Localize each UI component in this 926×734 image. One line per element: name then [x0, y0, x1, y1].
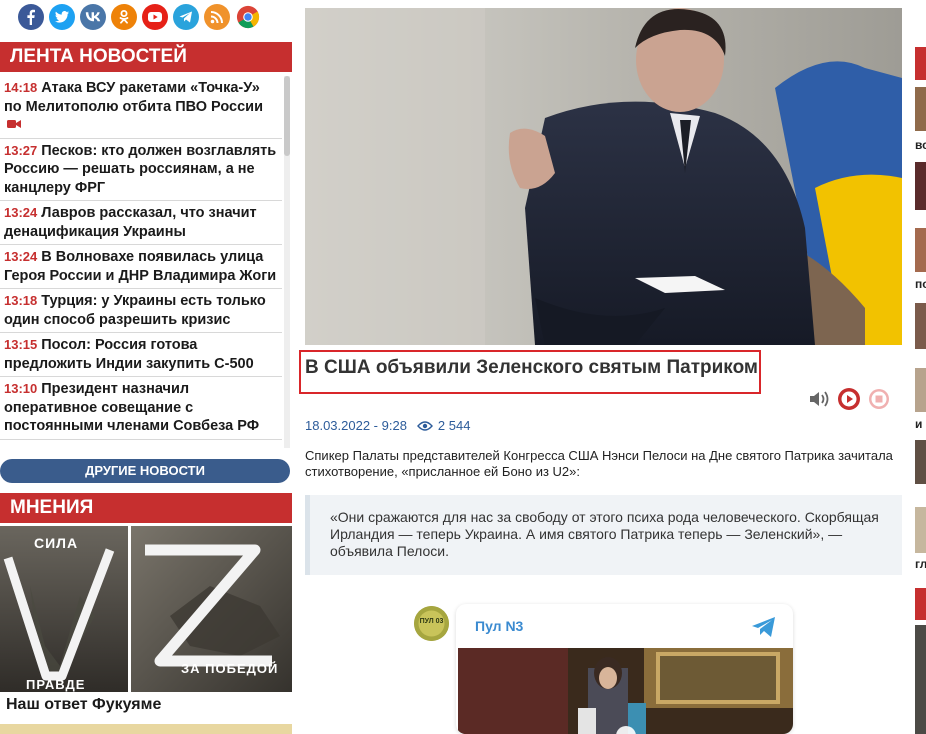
telegram-icon[interactable]: [173, 4, 199, 30]
more-news-button[interactable]: ДРУГИЕ НОВОСТИ: [0, 459, 290, 483]
eye-icon: [416, 420, 433, 431]
right-thumbnail[interactable]: [915, 303, 926, 349]
play-button[interactable]: [838, 388, 860, 410]
news-time: 13:10: [4, 381, 38, 397]
news-item[interactable]: 13:15 Посол: Россия готова предложить Инд…: [0, 333, 282, 378]
news-title: Лавров рассказал, что значит денацификац…: [4, 205, 257, 240]
right-section-header: [915, 47, 926, 80]
right-thumbnail[interactable]: [915, 507, 926, 553]
opinions-title: МНЕНИЯ: [0, 493, 292, 523]
news-time: 13:18: [4, 293, 38, 309]
telegram-media-preview[interactable]: [458, 648, 793, 734]
article-quote: «Они сражаются для нас за свободу от это…: [305, 495, 902, 575]
right-thumbnail[interactable]: [915, 228, 926, 272]
article-hero-image: [305, 8, 902, 345]
news-title: Посол: Россия готова предложить Индии за…: [4, 337, 254, 372]
stop-button[interactable]: [868, 388, 890, 410]
news-title: В Волновахе появилась улица Героя России…: [4, 249, 277, 284]
rss-icon[interactable]: [204, 4, 230, 30]
news-feed-scrollbar[interactable]: [284, 76, 290, 448]
right-section-header: [915, 588, 926, 620]
vk-icon[interactable]: [80, 4, 106, 30]
news-item[interactable]: 13:24 Лавров рассказал, что значит денаци…: [0, 201, 282, 246]
news-item[interactable]: 13:27 Песков: кто должен возглавлять Росс…: [0, 139, 282, 202]
telegram-avatar-text: ПУЛ 03: [419, 618, 444, 625]
twitter-icon[interactable]: [49, 4, 75, 30]
news-time: 13:24: [4, 249, 38, 265]
video-icon: [7, 116, 21, 135]
right-text-fragment[interactable]: гл: [915, 557, 926, 571]
opinion-caption[interactable]: Наш ответ Фукуяме: [6, 696, 161, 714]
right-text-fragment[interactable]: и: [915, 417, 922, 431]
view-count-value: 2 544: [437, 418, 471, 433]
news-time: 13:27: [4, 142, 38, 158]
youtube-icon[interactable]: [142, 4, 168, 30]
opinion-image-text-right: ЗА ПОБЕДОЙ: [181, 661, 279, 676]
news-time: 13:24: [4, 205, 38, 221]
telegram-embed-card[interactable]: Пул N3: [456, 604, 793, 734]
news-item[interactable]: 13:18 Турция: у Украины есть только один …: [0, 289, 282, 334]
article-headline: В США объявили Зеленского святым Патрико…: [305, 357, 758, 378]
article-meta: 18.03.2022 - 9:28 2 544: [305, 418, 470, 433]
volume-icon[interactable]: [808, 388, 830, 410]
social-links: [18, 4, 261, 32]
odnoklassniki-icon[interactable]: [111, 4, 137, 30]
news-title: Песков: кто должен возглавлять Россию — …: [4, 142, 277, 196]
opinion-image-text-left: ПРАВДЕ: [26, 677, 86, 692]
right-thumbnail[interactable]: [915, 440, 926, 484]
left-column: ЛЕНТА НОВОСТЕЙ 14:18 Атака ВСУ ракетами «…: [0, 0, 292, 734]
telegram-icon[interactable]: [751, 616, 777, 643]
chrome-icon[interactable]: [235, 4, 261, 30]
right-thumbnail[interactable]: [915, 368, 926, 412]
news-feed-list: 14:18 Атака ВСУ ракетами «Точка-У» по Мел…: [0, 76, 282, 448]
right-column: вс по и гл: [913, 0, 926, 734]
article-date: 18.03.2022 - 9:28: [305, 418, 407, 433]
article-main: В США объявили Зеленского святым Патрико…: [299, 0, 902, 734]
news-item[interactable]: 13:24 В Волновахе появилась улица Героя Р…: [0, 245, 282, 290]
article-lead: Спикер Палаты представителей Конгресса С…: [305, 448, 893, 479]
right-thumbnail[interactable]: [915, 625, 926, 734]
opinion-image-text-top: СИЛА: [34, 535, 79, 551]
news-feed-title: ЛЕНТА НОВОСТЕЙ: [0, 42, 292, 72]
right-thumbnail[interactable]: [915, 162, 926, 210]
scrollbar-thumb[interactable]: [284, 76, 290, 156]
audio-controls: [808, 388, 890, 410]
news-item[interactable]: 14:18 Атака ВСУ ракетами «Точка-У» по Мел…: [0, 76, 282, 139]
news-title: Турция: у Украины есть только один спосо…: [4, 293, 266, 328]
next-opinion-thumbnail[interactable]: [0, 724, 292, 734]
facebook-icon[interactable]: [18, 4, 44, 30]
news-title: Атака ВСУ ракетами «Точка-У» по Мелитопо…: [4, 80, 263, 115]
news-item[interactable]: 13:10 Президент назначил оперативное сове…: [0, 377, 282, 440]
right-thumbnail[interactable]: [915, 87, 926, 131]
telegram-channel-name[interactable]: Пул N3: [475, 618, 523, 634]
right-text-fragment[interactable]: по: [915, 277, 926, 291]
opinion-image[interactable]: СИЛА ПРАВДЕ ЗА ПОБЕДОЙ: [0, 526, 292, 692]
news-time: 14:18: [4, 80, 38, 95]
telegram-channel-avatar[interactable]: ПУЛ 03: [414, 606, 449, 641]
right-text-fragment[interactable]: вс: [915, 138, 926, 152]
news-time: 13:15: [4, 337, 38, 353]
news-title: Президент назначил оперативное совещание…: [4, 381, 260, 435]
view-count: 2 544: [416, 418, 471, 433]
